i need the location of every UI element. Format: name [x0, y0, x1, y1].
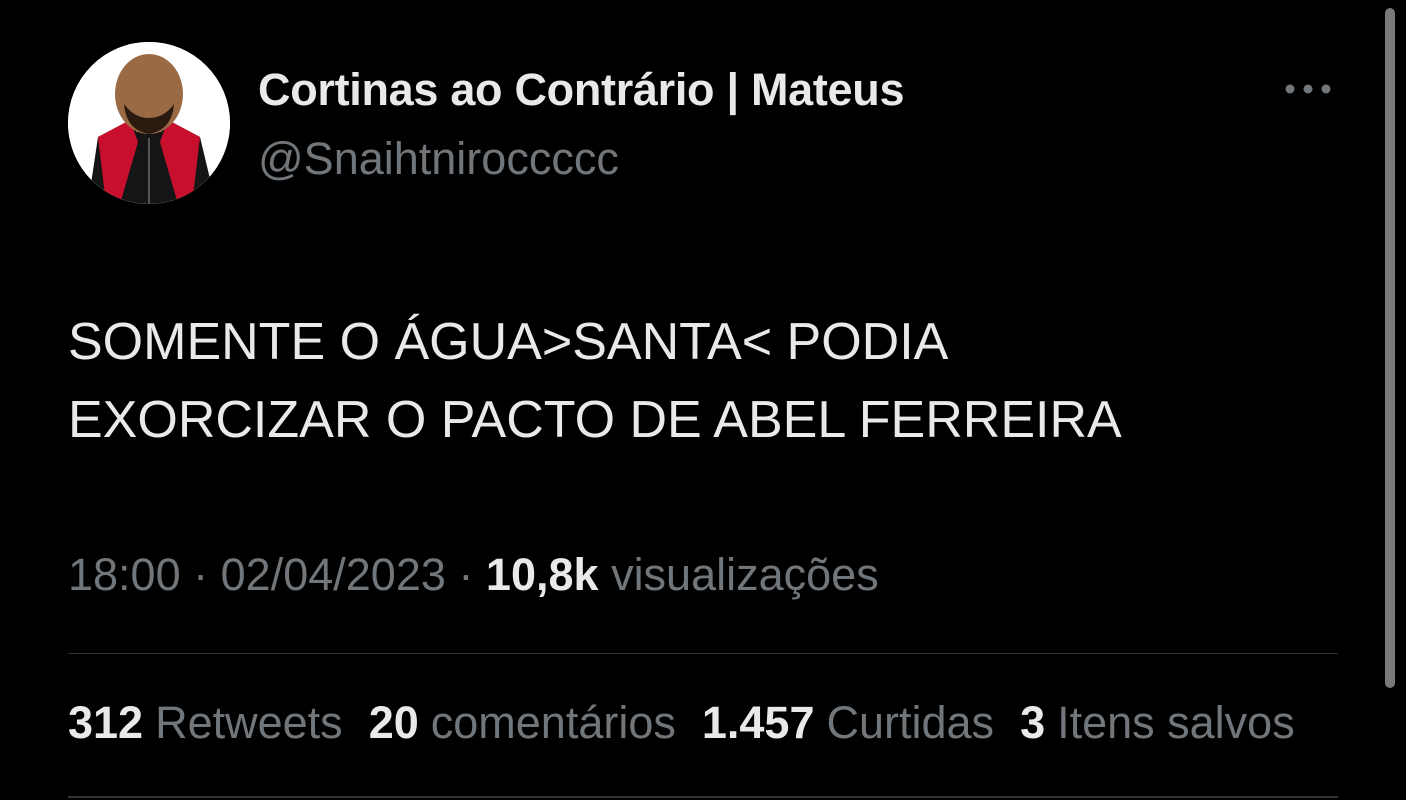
stat-label: Curtidas	[826, 697, 995, 748]
tweet-date[interactable]: 02/04/2023	[221, 549, 446, 600]
tweet-text: SOMENTE O ÁGUA>SANTA< PODIA EXORCIZAR O …	[68, 313, 1122, 449]
views-label: visualizações	[611, 549, 879, 600]
cartoon-man-avatar-icon	[68, 42, 230, 204]
meta-separator: ·	[458, 549, 474, 600]
stat-count: 1.457	[701, 697, 815, 748]
engagement-stats: 312 Retweets 20 comentários 1.457 Curtidas 3 It…	[68, 697, 1321, 749]
tweet-detail-screen: Cortinas ao Contrário | Mateus @Snaihtni…	[0, 0, 1406, 800]
bookmarks-stat[interactable]: 3 Itens salvos	[1020, 697, 1295, 749]
tweet-time[interactable]: 18:00	[68, 549, 181, 600]
scrollbar[interactable]	[1385, 8, 1395, 688]
stat-count: 312	[68, 697, 144, 748]
divider	[68, 796, 1338, 798]
stat-count: 3	[1020, 697, 1046, 748]
display-name[interactable]: Cortinas ao Contrário | Mateus	[258, 64, 904, 116]
avatar[interactable]	[68, 42, 230, 204]
retweets-stat[interactable]: 312 Retweets	[68, 697, 343, 749]
user-handle[interactable]: @Snaihtniroccccc	[258, 133, 619, 185]
more-options-button[interactable]	[1280, 74, 1336, 104]
stat-label: Retweets	[155, 697, 343, 748]
tweet-meta: 18:00 · 02/04/2023 · 10,8k visualizações	[68, 549, 879, 601]
comments-stat[interactable]: 20 comentários	[369, 697, 676, 749]
more-horizontal-icon	[1285, 84, 1331, 94]
meta-separator: ·	[193, 549, 209, 600]
stat-count: 20	[368, 697, 419, 748]
stat-label: comentários	[430, 697, 676, 748]
views-count: 10,8k	[485, 549, 599, 600]
divider	[68, 653, 1338, 654]
likes-stat[interactable]: 1.457 Curtidas	[702, 697, 994, 749]
stat-label: Itens salvos	[1057, 697, 1295, 748]
